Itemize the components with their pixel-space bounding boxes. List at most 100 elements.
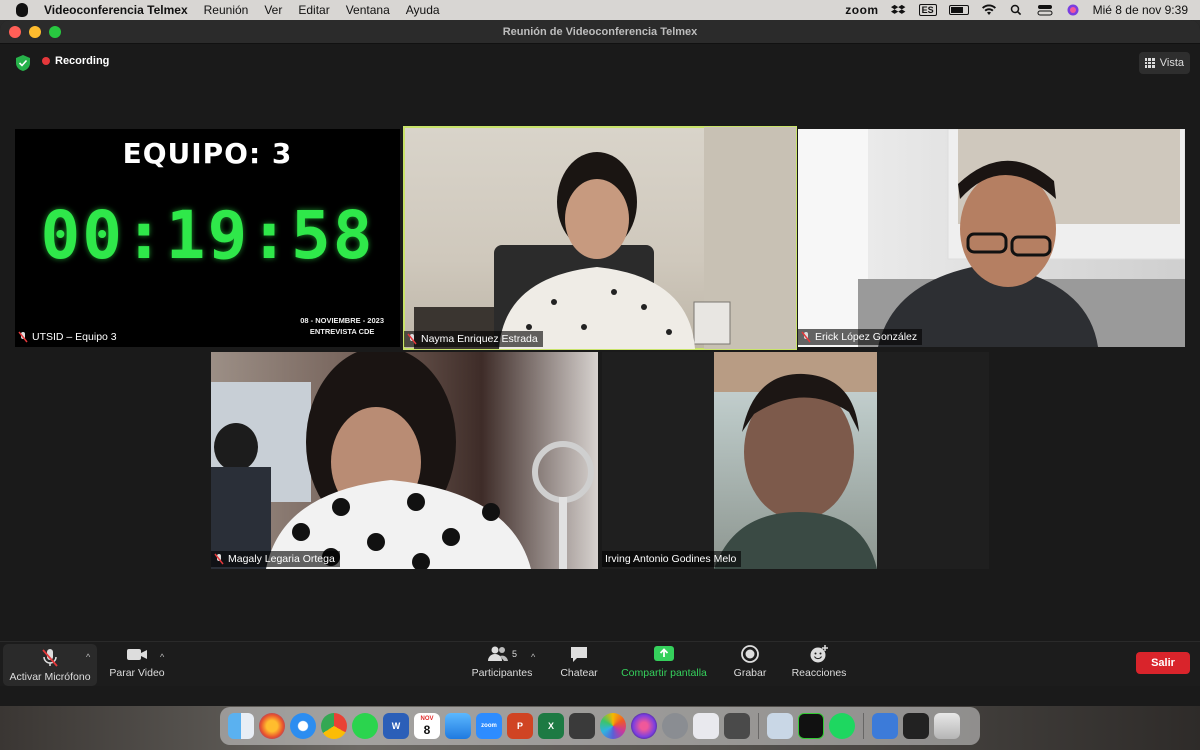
participant-video-feed [798,129,1185,347]
calendar-icon[interactable]: NOV 8 [414,713,440,739]
participants-icon-group: 5 [487,644,517,664]
smiley-plus-icon [810,645,828,663]
chrome-icon[interactable] [321,713,347,739]
video-tile-nayma[interactable]: Nayma Enriquez Estrada [403,126,797,350]
macos-menubar: Videoconferencia Telmex Reunión Ver Edit… [0,0,1200,20]
calculator-icon[interactable] [569,713,595,739]
reactions-button[interactable]: Reacciones [790,644,848,679]
participant-name: UTSID – Equipo 3 [32,331,117,343]
firefox-icon[interactable] [259,713,285,739]
participant-name: Nayma Enriquez Estrada [421,333,538,345]
record-icon [741,645,759,663]
interview-title: ENTREVISTA CDE [309,327,375,336]
unmute-label: Activar Micrófono [9,671,91,683]
zoom-meeting-window: Reunión de Videoconferencia Telmex Recor… [0,20,1200,706]
recording-dot-icon [42,57,50,65]
fullscreen-window-button[interactable] [49,25,61,38]
menu-ver[interactable]: Ver [264,3,282,17]
recording-indicator[interactable]: Recording [42,55,109,67]
unmute-button[interactable]: Activar Micrófono [3,644,97,686]
video-camera-icon [127,649,147,660]
powerpoint-icon[interactable]: P [507,713,533,739]
participants-button[interactable]: 5 Participantes [470,644,534,679]
dock-separator [758,713,759,739]
safari-icon[interactable] [290,713,316,739]
security-shield-icon[interactable] [14,54,32,72]
facetime-icon[interactable] [724,713,750,739]
leave-meeting-button[interactable]: Salir [1136,652,1190,674]
spotify-icon[interactable] [829,713,855,739]
chat-button[interactable]: Chatear [558,644,600,679]
record-label: Grabar [733,667,767,679]
menu-reunion[interactable]: Reunión [204,3,249,17]
control-center-icon[interactable] [1037,4,1053,16]
participants-count: 5 [511,649,517,659]
menu-app-name[interactable]: Videoconferencia Telmex [44,3,188,17]
siri-icon[interactable] [1065,4,1081,16]
stop-video-button[interactable]: Parar Video [108,644,166,679]
trash-icon[interactable] [934,713,960,739]
calendar-day: 8 [423,723,431,737]
participant-name: Magaly Legaria Ortega [228,553,335,565]
launchpad-icon[interactable] [693,713,719,739]
video-options-chevron-icon[interactable]: ^ [160,652,164,662]
screenshot-icon[interactable] [903,713,929,739]
share-screen-icon [654,646,674,661]
preview-icon[interactable] [767,713,793,739]
participant-portrait [714,352,877,569]
photos-icon[interactable] [600,713,626,739]
excel-icon[interactable]: X [538,713,564,739]
finder-icon[interactable] [228,713,254,739]
dropbox-icon[interactable] [890,4,907,16]
video-tile-magaly[interactable]: Magaly Legaria Ortega [211,352,598,569]
input-source-badge[interactable]: ES [918,4,937,16]
activity-monitor-icon[interactable] [798,713,824,739]
window-titlebar[interactable]: Reunión de Videoconferencia Telmex [0,20,1200,44]
downloads-icon[interactable] [872,713,898,739]
wifi-icon[interactable] [981,4,997,16]
participant-nametag: UTSID – Equipo 3 [15,329,122,345]
mail-icon[interactable] [445,713,471,739]
mic-muted-icon [801,331,811,343]
stop-video-label: Parar Video [109,667,165,679]
mic-muted-icon [18,331,28,343]
meeting-toolbar: Activar Micrófono ^ Parar Video ^ 5 Part… [0,641,1200,686]
participants-label: Participantes [471,667,533,679]
siri-icon[interactable] [631,713,657,739]
video-tile-erick[interactable]: Erick López González [798,129,1185,347]
window-title: Reunión de Videoconferencia Telmex [502,25,698,38]
participants-options-chevron-icon[interactable]: ^ [531,652,535,662]
share-screen-button[interactable]: Compartir pantalla [618,644,710,679]
record-button[interactable]: Grabar [730,644,770,679]
menu-ventana[interactable]: Ventana [346,3,390,17]
chat-bubble-icon [571,647,587,662]
minimize-window-button[interactable] [29,25,41,38]
word-icon[interactable]: W [383,713,409,739]
participant-name: Erick López González [815,331,918,343]
close-window-button[interactable] [9,25,21,38]
apple-icon[interactable] [16,3,28,17]
participant-video-feed [211,352,594,569]
participant-name: Irving Antonio Godines Melo [605,553,737,565]
whatsapp-icon[interactable] [352,713,378,739]
battery-icon[interactable] [948,5,969,15]
video-tile-utsid[interactable]: EQUIPO: 3 00:19:58 08 - NOVIEMBRE - 2023… [15,129,400,347]
share-screen-label: Compartir pantalla [621,667,707,679]
participant-nametag: Erick López González [798,329,923,345]
view-button[interactable]: Vista [1138,52,1190,74]
zoom-icon[interactable]: zoom [476,713,502,739]
participant-video-feed [414,127,796,349]
participant-nametag: Nayma Enriquez Estrada [404,331,543,347]
meeting-top-bar: Recording Vista [0,49,1200,77]
zoom-status-icon[interactable]: zoom [845,3,878,17]
spotlight-search-icon[interactable] [1009,4,1025,16]
audio-options-chevron-icon[interactable]: ^ [86,652,90,662]
recording-label: Recording [55,55,110,67]
reactions-label: Reacciones [791,667,847,679]
menu-ayuda[interactable]: Ayuda [406,3,440,17]
chat-label: Chatear [560,667,598,679]
menu-editar[interactable]: Editar [298,3,329,17]
video-tile-irving[interactable]: Irving Antonio Godines Melo [602,352,989,569]
menubar-clock[interactable]: Mié 8 de nov 9:39 [1093,3,1188,17]
settings-icon[interactable] [662,713,688,739]
